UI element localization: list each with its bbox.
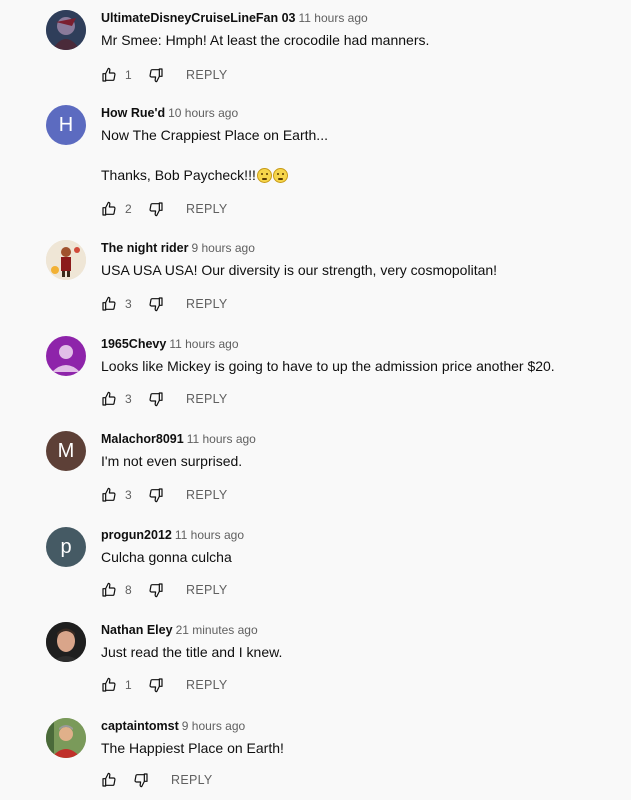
like-count: 1 [125,68,132,82]
thumbs-up-icon[interactable] [101,487,117,503]
thumbs-down-icon[interactable] [148,296,164,312]
author-name[interactable]: How Rue'd [101,106,165,120]
comment-actions: REPLY [101,770,213,790]
like-count: 8 [125,583,132,597]
comment-header: How Rue'd 10 hours ago [101,105,238,121]
thumbs-down-icon[interactable] [148,201,164,217]
avatar[interactable]: p [46,527,86,567]
avatar[interactable]: M [46,431,86,471]
timestamp[interactable]: 10 hours ago [168,106,238,120]
comment-line: Now The Crappiest Place on Earth... [101,127,328,143]
thumbs-up-icon[interactable] [101,772,117,788]
face-with-rolling-eyes-icon [256,168,272,183]
comment-text: I'm not even surprised. [101,453,243,469]
author-name[interactable]: progun2012 [101,528,172,542]
like-count: 1 [125,678,132,692]
avatar[interactable] [46,622,86,662]
thumbs-down-icon[interactable] [148,391,164,407]
comment-header: progun2012 11 hours ago [101,527,244,543]
comment-actions: 3 REPLY [101,485,228,505]
like-count: 2 [125,202,132,216]
timestamp[interactable]: 11 hours ago [169,337,238,351]
thumbs-down-icon[interactable] [148,487,164,503]
reply-button[interactable]: REPLY [186,297,228,311]
author-name[interactable]: captaintomst [101,719,179,733]
thumbs-up-icon[interactable] [101,201,117,217]
timestamp[interactable]: 11 hours ago [299,11,368,25]
comment-actions: 2 REPLY [101,199,228,219]
comment-text: Now The Crappiest Place on Earth... Than… [101,125,328,185]
comment-text: USA USA USA! Our diversity is our streng… [101,262,498,278]
thumbs-down-icon[interactable] [133,772,149,788]
reply-button[interactable]: REPLY [171,773,213,787]
timestamp[interactable]: 21 minutes ago [176,623,258,637]
thumbs-down-icon[interactable] [148,582,164,598]
reply-button[interactable]: REPLY [186,392,228,406]
comment-actions: 1 REPLY [101,65,228,85]
author-name[interactable]: UltimateDisneyCruiseLineFan 03 [101,11,296,25]
comment-actions: 1 REPLY [101,675,228,695]
comment-header: Nathan Eley 21 minutes ago [101,622,258,638]
thumbs-up-icon[interactable] [101,391,117,407]
author-name[interactable]: Nathan Eley [101,623,173,637]
face-with-rolling-eyes-icon [272,168,288,183]
comment-header: captaintomst 9 hours ago [101,718,245,734]
comment-actions: 3 REPLY [101,294,228,314]
avatar-letter: p [60,535,72,558]
timestamp[interactable]: 9 hours ago [182,719,245,733]
comment-text: Looks like Mickey is going to have to up… [101,358,555,374]
avatar[interactable] [46,718,86,758]
comment-header: The night rider 9 hours ago [101,240,255,256]
thumbs-up-icon[interactable] [101,582,117,598]
comment-header: UltimateDisneyCruiseLineFan 03 11 hours a… [101,10,368,26]
author-name[interactable]: Malachor8091 [101,432,184,446]
timestamp[interactable]: 9 hours ago [192,241,255,255]
reply-button[interactable]: REPLY [186,202,228,216]
comment-header: Malachor8091 11 hours ago [101,431,256,447]
comment-text: Culcha gonna culcha [101,549,232,565]
avatar[interactable] [46,336,86,376]
comment-text: Just read the title and I knew. [101,644,283,660]
comment-actions: 3 REPLY [101,389,228,409]
reply-button[interactable]: REPLY [186,583,228,597]
avatar[interactable] [46,240,86,280]
thumbs-up-icon[interactable] [101,67,117,83]
like-count: 3 [125,297,132,311]
comment-line-text: Thanks, Bob Paycheck!!! [101,167,256,183]
thumbs-up-icon[interactable] [101,677,117,693]
comment-header: 1965Chevy 11 hours ago [101,336,239,352]
avatar-letter: H [58,113,74,136]
comment-text: The Happiest Place on Earth! [101,740,284,756]
avatar[interactable]: H [46,105,86,145]
like-count: 3 [125,392,132,406]
comment-actions: 8 REPLY [101,580,228,600]
reply-button[interactable]: REPLY [186,488,228,502]
author-name[interactable]: The night rider [101,241,189,255]
avatar-letter: M [57,439,75,462]
thumbs-up-icon[interactable] [101,296,117,312]
reply-button[interactable]: REPLY [186,678,228,692]
avatar[interactable] [46,10,86,50]
comment-text: Mr Smee: Hmph! At least the crocodile ha… [101,32,430,48]
comment-line: Thanks, Bob Paycheck!!! [101,165,328,185]
thumbs-down-icon[interactable] [148,677,164,693]
thumbs-down-icon[interactable] [148,67,164,83]
timestamp[interactable]: 11 hours ago [175,528,244,542]
reply-button[interactable]: REPLY [186,68,228,82]
author-name[interactable]: 1965Chevy [101,337,166,351]
like-count: 3 [125,488,132,502]
timestamp[interactable]: 11 hours ago [187,432,256,446]
